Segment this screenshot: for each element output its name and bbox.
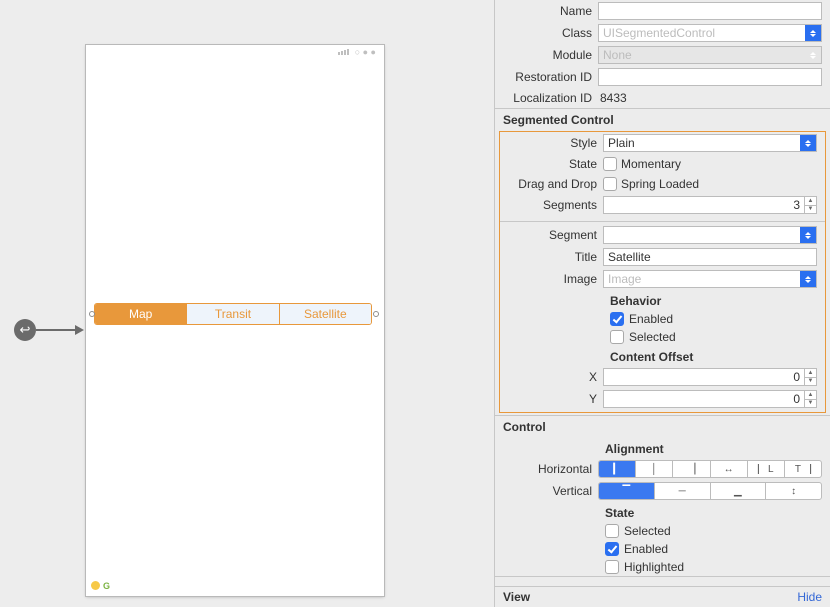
chevron-updown-icon: [805, 47, 821, 63]
module-label: Module: [495, 48, 598, 62]
segmented-control-preview[interactable]: Map Transit Satellite: [94, 303, 372, 325]
momentary-label: Momentary: [621, 157, 681, 171]
align-top-icon[interactable]: ▔: [599, 483, 655, 499]
status-bar: ○ ● ●: [86, 45, 384, 59]
spring-loaded-label: Spring Loaded: [621, 177, 699, 191]
control-selected-label: Selected: [624, 524, 671, 538]
canvas-footer: G: [86, 579, 384, 592]
align-left-icon[interactable]: ▎: [599, 461, 636, 477]
name-field[interactable]: [598, 2, 822, 20]
inspector-panel: Name Class UISegmentedControl Module Non…: [494, 0, 830, 607]
segment-map[interactable]: Map: [95, 304, 187, 324]
stepper-up-icon: ▲: [805, 197, 816, 206]
module-select[interactable]: None: [598, 46, 822, 64]
segmented-control-header: Segmented Control: [495, 109, 830, 131]
align-leading-icon[interactable]: ⎸L: [748, 461, 785, 477]
canvas-area: ↩︎ ○ ● ● Map Transit Satellite G: [0, 0, 494, 607]
control-selected-checkbox[interactable]: [605, 524, 619, 538]
horizontal-label: Horizontal: [495, 462, 598, 476]
restoration-id-field[interactable]: [598, 68, 822, 86]
control-highlighted-label: Highlighted: [624, 560, 684, 574]
dnd-label: Drag and Drop: [500, 177, 603, 191]
offset-y-stepper[interactable]: ▲▼: [805, 390, 817, 408]
momentary-checkbox[interactable]: [603, 157, 617, 171]
highlighted-properties: Style Plain State Momentary Drag and Dro…: [499, 131, 826, 413]
control-highlighted-checkbox[interactable]: [605, 560, 619, 574]
restoration-id-label: Restoration ID: [495, 70, 598, 84]
state-label: State: [500, 157, 603, 171]
control-enabled-label: Enabled: [624, 542, 668, 556]
selected-checkbox[interactable]: [610, 330, 624, 344]
style-select[interactable]: Plain: [603, 134, 817, 152]
state-header: State: [495, 502, 830, 522]
status-time-icon: ○ ● ●: [355, 47, 376, 57]
localization-id-label: Localization ID: [495, 91, 598, 105]
enabled-checkbox[interactable]: [610, 312, 624, 326]
segment-satellite[interactable]: Satellite: [280, 304, 371, 324]
offset-x-label: X: [500, 370, 603, 384]
selection-pointer-arrow-icon: [36, 329, 76, 331]
chevron-updown-icon: [800, 227, 816, 243]
align-vfill-icon[interactable]: ↕: [766, 483, 821, 499]
chevron-updown-icon: [800, 271, 816, 287]
spring-loaded-checkbox[interactable]: [603, 177, 617, 191]
selection-pointer-icon: ↩︎: [14, 319, 36, 341]
signal-bars-icon: [338, 49, 349, 55]
segmented-control-section: Segmented Control Style Plain State Mome…: [495, 109, 830, 416]
segments-field[interactable]: [603, 196, 805, 214]
alignment-header: Alignment: [495, 438, 830, 458]
warning-dot-icon: [91, 581, 100, 590]
control-section: Control Alignment Horizontal ▎ │ ▕ ↔ ⎸L …: [495, 416, 830, 577]
stepper-up-icon: ▲: [805, 369, 816, 378]
vertical-label: Vertical: [495, 484, 598, 498]
resize-handle-left-icon[interactable]: [89, 311, 95, 317]
stepper-down-icon: ▼: [805, 206, 816, 214]
align-center-icon[interactable]: │: [636, 461, 673, 477]
chevron-updown-icon: [805, 25, 821, 41]
stepper-up-icon: ▲: [805, 391, 816, 400]
class-label: Class: [495, 26, 598, 40]
segment-select[interactable]: [603, 226, 817, 244]
behavior-header: Behavior: [500, 290, 825, 310]
class-select[interactable]: UISegmentedControl: [598, 24, 822, 42]
content-offset-header: Content Offset: [500, 346, 825, 366]
name-label: Name: [495, 4, 598, 18]
identity-section: Name Class UISegmentedControl Module Non…: [495, 0, 830, 109]
selected-label: Selected: [629, 330, 676, 344]
segment-label: Segment: [500, 228, 603, 242]
phone-preview: ○ ● ● Map Transit Satellite: [86, 45, 384, 596]
title-label: Title: [500, 250, 603, 264]
offset-y-label: Y: [500, 392, 603, 406]
footer-badge: G: [103, 581, 110, 591]
chevron-updown-icon: [800, 135, 816, 151]
horizontal-alignment[interactable]: ▎ │ ▕ ↔ ⎸L T⎹: [598, 460, 822, 478]
stepper-down-icon: ▼: [805, 378, 816, 386]
segments-stepper[interactable]: ▲▼: [805, 196, 817, 214]
resize-handle-right-icon[interactable]: [373, 311, 379, 317]
offset-x-stepper[interactable]: ▲▼: [805, 368, 817, 386]
image-label: Image: [500, 272, 603, 286]
align-right-icon[interactable]: ▕: [673, 461, 710, 477]
align-bottom-icon[interactable]: ▁: [711, 483, 767, 499]
localization-id-value: 8433: [598, 91, 627, 105]
stepper-down-icon: ▼: [805, 400, 816, 408]
offset-x-field[interactable]: [603, 368, 805, 386]
view-section-bar: View Hide: [495, 586, 830, 607]
view-header: View: [503, 590, 530, 604]
enabled-label: Enabled: [629, 312, 673, 326]
segments-label: Segments: [500, 198, 603, 212]
vertical-alignment[interactable]: ▔ ─ ▁ ↕: [598, 482, 822, 500]
offset-y-field[interactable]: [603, 390, 805, 408]
align-fill-icon[interactable]: ↔: [711, 461, 748, 477]
align-middle-icon[interactable]: ─: [655, 483, 711, 499]
hide-link[interactable]: Hide: [797, 590, 822, 604]
title-field[interactable]: [603, 248, 817, 266]
control-header: Control: [495, 416, 830, 438]
segment-transit[interactable]: Transit: [187, 304, 279, 324]
style-label: Style: [500, 136, 603, 150]
image-select[interactable]: Image: [603, 270, 817, 288]
control-enabled-checkbox[interactable]: [605, 542, 619, 556]
align-trailing-icon[interactable]: T⎹: [785, 461, 821, 477]
